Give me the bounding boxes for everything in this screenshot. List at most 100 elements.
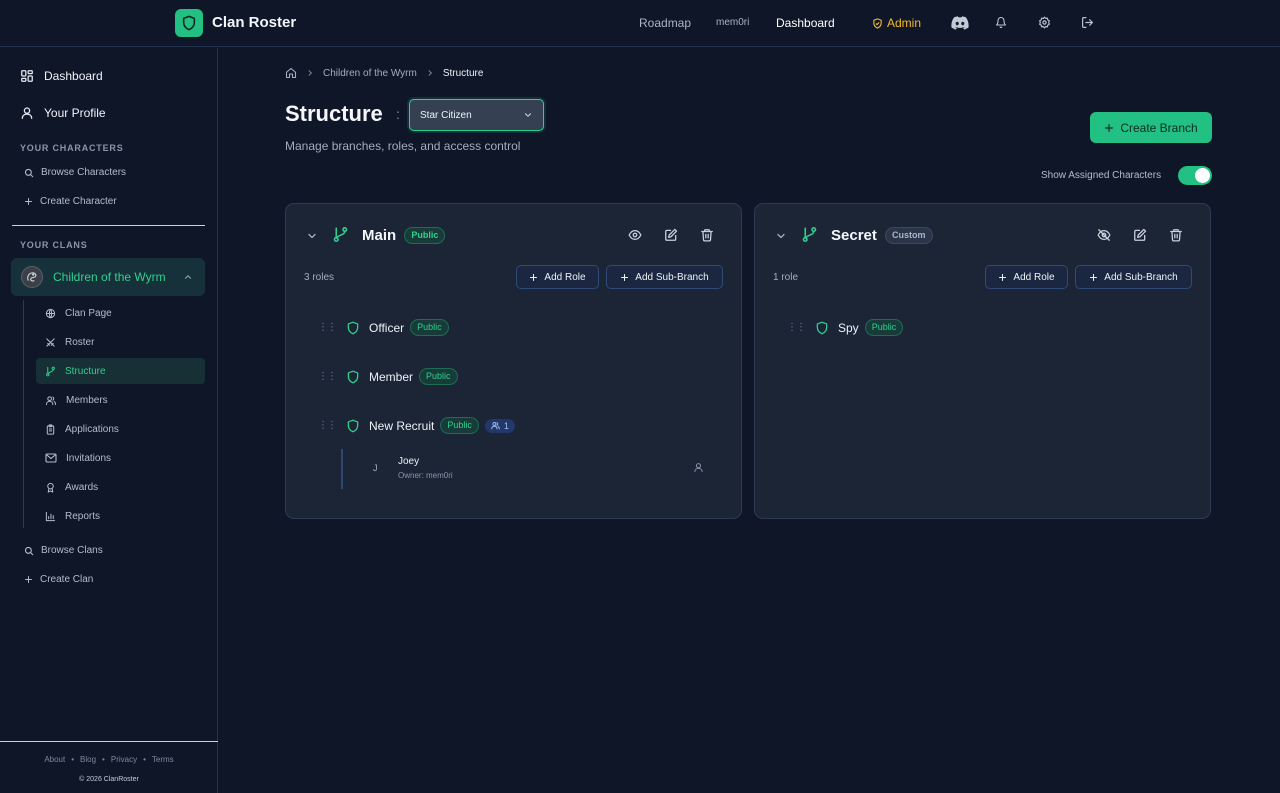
sidebar-dashboard-link[interactable]: Dashboard xyxy=(20,69,103,83)
clan-nav-label: Applications xyxy=(65,423,119,435)
trash-icon[interactable] xyxy=(700,228,714,242)
role-row-new-recruit[interactable]: ⋮⋮ New Recruit Public 1 xyxy=(318,417,515,434)
clan-nav-members[interactable]: Members xyxy=(36,387,205,413)
shield-icon xyxy=(816,321,828,334)
home-icon[interactable] xyxy=(285,67,297,79)
clan-children-of-the-wyrm[interactable]: Children of the Wyrm xyxy=(11,258,205,296)
create-character-link[interactable]: Create Character xyxy=(24,196,117,207)
sidebar-profile-link[interactable]: Your Profile xyxy=(20,106,106,120)
eye-icon[interactable] xyxy=(628,228,642,242)
browse-clans-link[interactable]: Browse Clans xyxy=(24,545,103,556)
git-branch-icon xyxy=(332,226,349,243)
drag-handle-icon[interactable]: ⋮⋮ xyxy=(318,322,337,333)
git-branch-icon xyxy=(801,226,818,243)
create-clan-link[interactable]: Create Clan xyxy=(24,574,93,585)
nav-dashboard-link[interactable]: Dashboard xyxy=(776,16,835,30)
browse-clans-label: Browse Clans xyxy=(41,545,103,556)
clan-nav-awards[interactable]: Awards xyxy=(36,474,205,500)
role-count: 3 roles xyxy=(304,272,335,283)
add-role-button[interactable]: Add Role xyxy=(516,265,599,289)
clan-nav-invitations[interactable]: Invitations xyxy=(36,445,205,471)
add-role-label: Add Role xyxy=(544,271,586,283)
branch-card-secret: Secret Custom 1 role Add Role Add Sub-Br… xyxy=(754,203,1211,519)
logo-shield-icon[interactable] xyxy=(175,9,203,37)
add-role-label: Add Role xyxy=(1013,271,1055,283)
visibility-badge: Public xyxy=(404,227,446,244)
breadcrumb-current: Structure xyxy=(442,67,484,79)
create-branch-button[interactable]: Create Branch xyxy=(1090,112,1212,143)
nav-admin-label: Admin xyxy=(887,16,922,30)
edit-icon[interactable] xyxy=(1133,228,1147,242)
create-clan-label: Create Clan xyxy=(40,574,94,585)
footer-blog-link[interactable]: Blog xyxy=(80,755,96,764)
character-owner: Owner: mem0ri xyxy=(398,471,453,480)
browse-characters-link[interactable]: Browse Characters xyxy=(24,167,126,178)
clan-nav-reports[interactable]: Reports xyxy=(36,503,205,529)
search-icon xyxy=(24,546,34,555)
user-icon[interactable] xyxy=(693,462,704,473)
mail-icon xyxy=(45,453,57,463)
clan-nav-clan-page[interactable]: Clan Page xyxy=(36,300,205,326)
sidebar-profile-label: Your Profile xyxy=(44,106,106,120)
trash-icon[interactable] xyxy=(1169,228,1183,242)
role-badge: Public xyxy=(419,368,458,385)
collapse-chevron-icon[interactable] xyxy=(306,230,318,242)
clan-nav-structure[interactable]: Structure xyxy=(36,358,205,384)
footer-about-link[interactable]: About xyxy=(44,755,65,764)
drag-handle-icon[interactable]: ⋮⋮ xyxy=(318,371,337,382)
drag-handle-icon[interactable]: ⋮⋮ xyxy=(318,420,337,431)
add-sub-branch-button[interactable]: Add Sub-Branch xyxy=(606,265,723,289)
add-sub-branch-label: Add Sub-Branch xyxy=(1104,271,1178,283)
chevron-up-icon[interactable] xyxy=(183,272,193,282)
clan-nav-label: Clan Page xyxy=(65,307,112,319)
sidebar-dashboard-label: Dashboard xyxy=(44,69,103,83)
nav-user-link[interactable]: mem0ri xyxy=(716,17,749,28)
bell-icon[interactable] xyxy=(995,16,1009,30)
copyright: © 2026 ClanRoster xyxy=(79,776,139,783)
collapse-chevron-icon[interactable] xyxy=(775,230,787,242)
role-badge: Public xyxy=(410,319,449,336)
branch-actions xyxy=(1097,228,1183,242)
gear-icon[interactable] xyxy=(1038,16,1052,30)
role-name: Officer xyxy=(369,320,405,335)
nav-roadmap-link[interactable]: Roadmap xyxy=(639,16,691,30)
clan-nav-applications[interactable]: Applications xyxy=(36,416,205,442)
footer-terms-link[interactable]: Terms xyxy=(152,755,174,764)
clan-nav-roster[interactable]: Roster xyxy=(36,329,205,355)
clan-nav-label: Members xyxy=(66,394,108,406)
nav-admin-link[interactable]: Admin xyxy=(872,16,921,30)
add-role-button[interactable]: Add Role xyxy=(985,265,1068,289)
role-name: Spy xyxy=(838,320,859,335)
top-navbar: Clan Roster Roadmap mem0ri Dashboard Adm… xyxy=(0,0,1280,47)
character-name: Joey xyxy=(398,456,420,467)
role-row-member[interactable]: ⋮⋮ Member Public xyxy=(318,368,458,385)
character-initial: J xyxy=(373,463,378,473)
brand-name[interactable]: Clan Roster xyxy=(212,14,296,31)
users-icon xyxy=(491,422,500,430)
breadcrumb-clan-link[interactable]: Children of the Wyrm xyxy=(323,68,417,79)
role-badge: Public xyxy=(864,319,904,336)
page-title: Structure xyxy=(285,101,383,126)
discord-icon[interactable] xyxy=(951,16,969,30)
footer-privacy-link[interactable]: Privacy xyxy=(111,755,137,764)
role-row-spy[interactable]: ⋮⋮ Spy Public xyxy=(787,319,904,336)
clans-section-heading: YOUR CLANS xyxy=(20,240,88,250)
shield-icon xyxy=(347,370,359,383)
chevron-right-icon xyxy=(308,70,313,76)
edit-icon[interactable] xyxy=(664,228,678,242)
sidebar-divider xyxy=(12,225,205,226)
logout-icon[interactable] xyxy=(1081,16,1095,30)
drag-handle-icon[interactable]: ⋮⋮ xyxy=(787,322,806,333)
member-count: 1 xyxy=(503,420,509,431)
branch-title-row: Main Public xyxy=(362,227,446,244)
show-assigned-toggle[interactable] xyxy=(1178,166,1212,185)
role-row-officer[interactable]: ⋮⋮ Officer Public xyxy=(318,319,449,336)
clan-name: Children of the Wyrm xyxy=(53,270,166,284)
breadcrumb: Children of the Wyrm Structure xyxy=(285,67,483,79)
add-sub-branch-button[interactable]: Add Sub-Branch xyxy=(1075,265,1192,289)
clan-tree-line xyxy=(23,300,24,528)
game-select[interactable]: Star Citizen xyxy=(409,99,544,131)
eye-off-icon[interactable] xyxy=(1097,228,1111,242)
admin-shield-icon xyxy=(873,17,882,29)
assigned-character[interactable]: J Joey Owner: mem0ri xyxy=(341,449,714,489)
